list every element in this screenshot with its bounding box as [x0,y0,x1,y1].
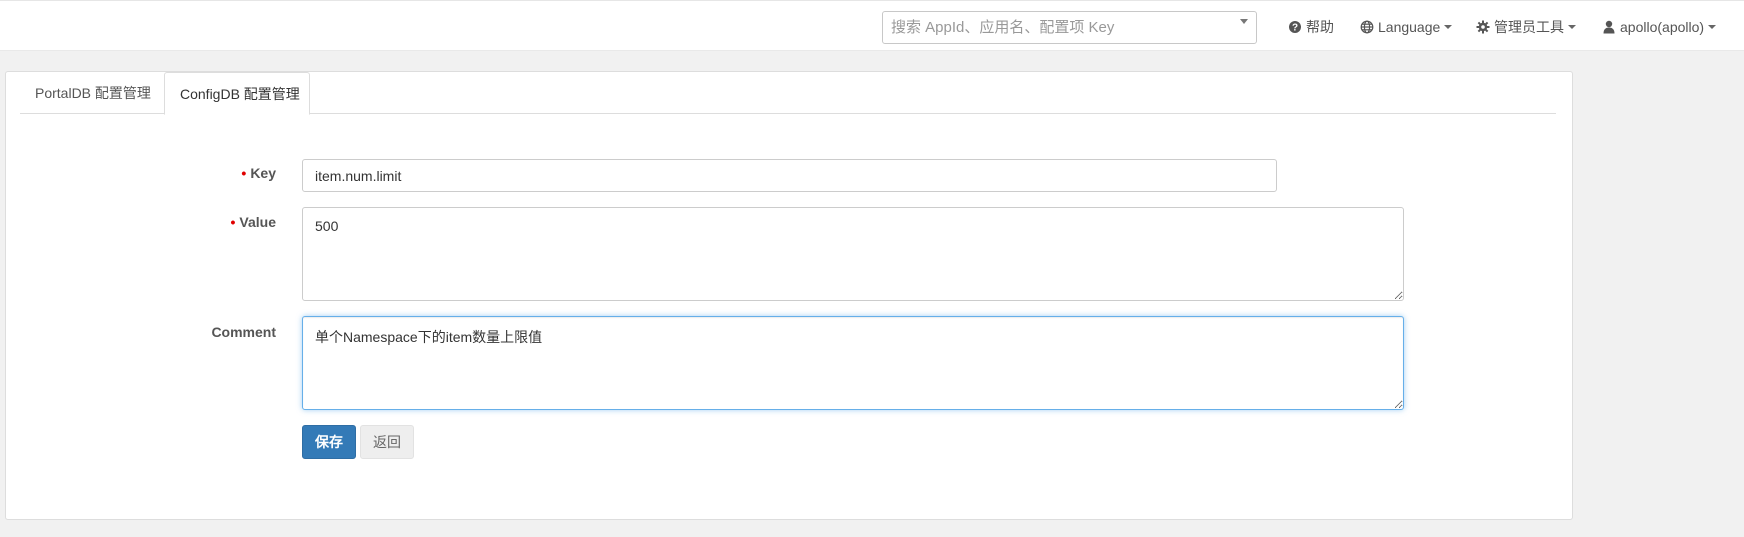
db-config-tabs: PortalDB 配置管理 ConfigDB 配置管理 [20,72,1556,115]
caret-down-icon [1568,25,1576,29]
caret-down-icon [1444,25,1453,29]
key-label: • Key [241,165,276,181]
user-icon [1602,20,1616,34]
user-dropdown[interactable]: apollo(apollo) [1602,17,1717,37]
back-button-label: 返回 [373,434,401,450]
help-link[interactable]: ? 帮助 [1288,17,1334,37]
caret-down-icon [1708,25,1717,29]
back-button[interactable]: 返回 [360,425,414,459]
admin-tools-dropdown[interactable]: 管理员工具 [1476,17,1576,37]
comment-textarea[interactable]: 单个Namespace下的item数量上限值 [302,316,1404,410]
globe-icon [1360,20,1374,34]
key-label-text: Key [250,165,276,181]
app-search-select[interactable] [882,11,1257,44]
tab-label: PortalDB 配置管理 [35,85,151,101]
svg-text:?: ? [1292,23,1298,34]
required-marker: • [241,165,247,181]
admin-tools-label: 管理员工具 [1494,19,1564,35]
value-textarea[interactable]: 500 [302,207,1404,301]
required-marker: • [230,214,236,230]
value-label: • Value [231,214,277,230]
tab-label: ConfigDB 配置管理 [180,85,300,102]
chevron-down-icon[interactable] [1240,19,1248,24]
config-panel: PortalDB 配置管理 ConfigDB 配置管理 •Key •Value … [5,71,1573,520]
help-label: 帮助 [1306,19,1334,35]
question-circle-icon: ? [1288,20,1302,34]
comment-label: Comment [211,324,276,340]
user-label: apollo(apollo) [1620,19,1705,35]
save-button[interactable]: 保存 [302,425,356,459]
language-label: Language [1378,19,1441,35]
top-navbar: ? 帮助 Language [0,0,1744,51]
save-button-label: 保存 [315,434,343,450]
key-input[interactable] [302,159,1277,192]
tab-configdb-config[interactable]: ConfigDB 配置管理 [164,72,310,115]
app-search-input[interactable] [883,12,1223,43]
comment-label-text: Comment [211,324,276,340]
value-label-text: Value [239,214,276,230]
language-dropdown[interactable]: Language [1360,17,1453,37]
tab-portaldb-config[interactable]: PortalDB 配置管理 [20,72,164,114]
gear-icon [1476,20,1490,34]
